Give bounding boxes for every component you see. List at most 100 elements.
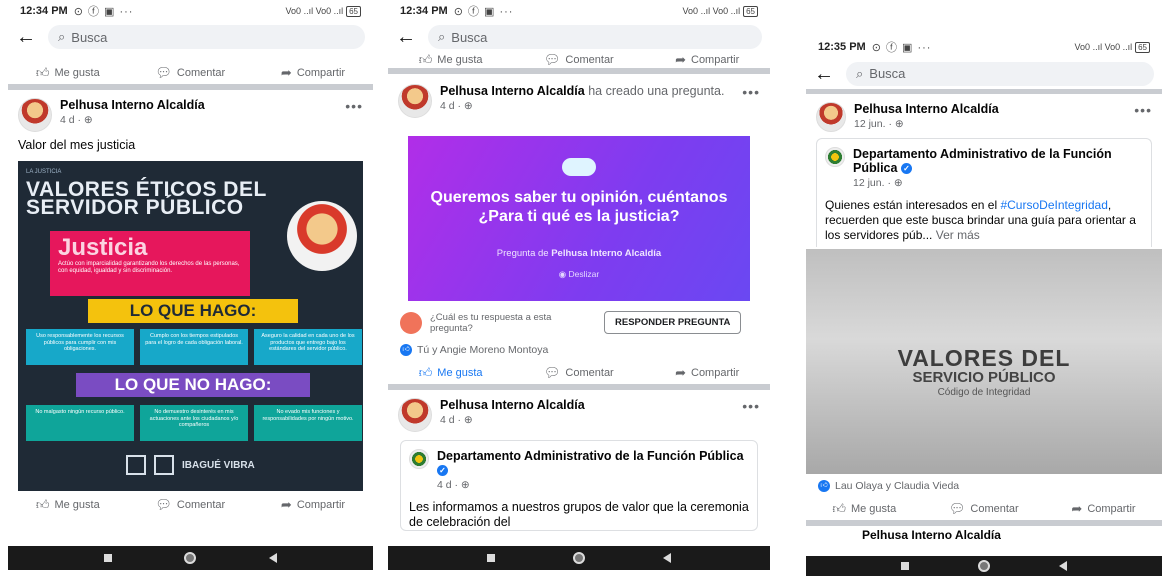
search-placeholder: Busca [869,66,906,81]
answer-prompt: ¿Cuál es tu respuesta a esta pregunta? [430,311,552,334]
search-input[interactable]: ⌕ Busca [846,61,1154,86]
like-reaction-icon: 👍︎ [400,344,412,356]
search-input[interactable]: ⌕ Busca [48,25,365,49]
search-input[interactable]: ⌕ Busca [428,25,762,49]
shared-post-time: 4 d · ⊕ [437,479,470,491]
post-header: Pelhusa Interno Alcaldía 12 jun. · ⊕ ••• [806,94,1162,136]
music-logo [154,455,174,475]
more-options-icon[interactable]: ••• [1134,102,1152,118]
comment-button[interactable]: 💬︎ Comentar [949,501,1019,517]
share-label: Compartir [691,367,740,379]
page-avatar[interactable] [398,84,432,118]
mascot-image [287,201,357,271]
shared-post[interactable]: Departamento Administrativo de la Funció… [816,138,1152,247]
search-bar: ← ⌕ Busca [8,22,373,52]
like-button[interactable]: 👍︎ Me gusta [36,65,100,81]
shared-page-name[interactable]: Departamento Administrativo de la Funció… [853,147,1112,175]
post-actions: 👍︎ Me gusta 💬︎ Comentar ➦ Compartir [806,498,1162,526]
no-hago-item: No malgasto ningún recurso público. [26,405,134,441]
status-time: 12:35 PM [818,41,866,53]
recents-icon[interactable] [487,554,495,562]
justicia-description: Actúo con imparcialidad garantizando los… [58,261,240,274]
post-header: Pelhusa Interno Alcaldía 4 d · ⊕ ••• [8,90,373,136]
hago-item: Cumplo con los tiempos estipulados para … [140,329,248,365]
question-author: Pregunta de Pelhusa Interno Alcaldía [408,248,750,259]
home-icon[interactable] [184,552,197,564]
comment-icon: 💬︎ [155,65,172,80]
next-post-header: Pelhusa Interno Alcaldía [806,526,1162,540]
comment-button[interactable]: 💬︎ Comentar [155,497,225,513]
recents-icon[interactable] [900,562,909,570]
comment-label: Comentar [565,367,614,379]
like-button[interactable]: 👍︎ Me gusta [832,501,896,517]
more-options-icon[interactable]: ••• [742,84,760,100]
thumbs-up-icon: 👍︎ [832,501,846,516]
post-actions-bottom: 👍︎ Me gusta 💬︎ Comentar ➦ Compartir [8,491,373,519]
share-button[interactable]: ➦ Compartir [1071,501,1135,517]
photo-caption: Código de Integridad [937,387,1031,398]
back-icon[interactable] [663,553,671,563]
no-hago-item: No demuestro desinterés en mis actuacion… [140,405,248,441]
post-time: 12 jun. · ⊕ [854,118,904,130]
page-name[interactable]: Pelhusa Interno Alcaldía [440,398,734,412]
page-name[interactable]: Pelhusa Interno Alcaldía [60,98,337,112]
question-card[interactable]: Queremos saber tu opinión, cuéntanos ¿Pa… [408,136,750,301]
more-options-icon[interactable]: ••• [345,98,363,114]
poster-title: VALORES ÉTICOS DEL SERVIDOR PÚBLICO [26,178,267,219]
comment-icon: 💬︎ [155,497,172,512]
post-photo[interactable]: VALORES DEL SERVICIO PÚBLICO Código de I… [806,249,1162,474]
like-button[interactable]: 👍︎ Me gusta [419,52,483,68]
answer-row: ¿Cuál es tu respuesta a esta pregunta? R… [388,301,770,338]
like-button[interactable]: 👍︎ Me gusta [36,497,100,513]
home-icon[interactable] [573,552,585,564]
answer-bubble-icon [400,311,422,334]
answer-question-button[interactable]: RESPONDER PREGUNTA [604,311,742,334]
phone-screenshot-1: 12:34 PM ⊙ ⓕ ▣ ··· Vo0 ..ıl Vo0 ..ıl 65 ← … [8,0,373,570]
photo-subtitle: SERVICIO PÚBLICO [912,369,1056,386]
share-button[interactable]: ➦ Compartir [281,65,345,81]
back-arrow-icon[interactable]: ← [396,27,418,47]
page-name[interactable]: Pelhusa Interno Alcaldía [854,102,1126,116]
post-actions: 👍︎ Me gusta 💬︎ Comentar ➦ Compartir [388,52,770,74]
battery-icon: 65 [1135,41,1150,53]
back-arrow-icon[interactable]: ← [16,27,38,47]
reactions-summary[interactable]: 👍︎ Tú y Angie Moreno Montoya [388,338,770,362]
page-avatar[interactable] [398,398,432,432]
hago-item: Uso responsablemente los recursos públic… [26,329,134,365]
battery-icon: 65 [743,5,758,17]
page-name[interactable]: Pelhusa Interno Alcaldía [440,84,585,98]
search-icon: ⌕ [438,29,446,44]
lo-que-no-hago-heading: LO QUE NO HAGO: [76,373,310,397]
post-image-poster[interactable]: LA JUSTICIA VALORES ÉTICOS DEL SERVIDOR … [18,161,363,491]
hashtag-link[interactable]: #CursoDeIntegridad [1000,198,1107,212]
post-text-start: Quienes están interesados en el [825,198,998,212]
swipe-hint: ◉ Deslizar [558,269,600,279]
like-label: Me gusta [437,54,483,66]
shared-page-name[interactable]: Departamento Administrativo de la Funció… [437,449,744,463]
comment-button[interactable]: 💬︎ Comentar [544,365,614,381]
share-button[interactable]: ➦ Compartir [675,52,739,68]
post-action-text: ha creado una pregunta. [588,84,725,98]
share-button[interactable]: ➦ Compartir [281,497,345,513]
see-more-link[interactable]: Ver más [936,228,980,242]
shared-post[interactable]: Departamento Administrativo de la Funció… [400,440,758,531]
more-options-icon[interactable]: ••• [742,398,760,414]
notification-icons: ⊙ ⓕ ▣ ··· [871,42,932,54]
home-icon[interactable] [977,560,990,572]
justicia-box: Justicia Actúo con imparcialidad garanti… [50,231,250,296]
recents-icon[interactable] [104,554,113,562]
battery-icon: 65 [346,5,361,17]
share-button[interactable]: ➦ Compartir [675,365,739,381]
next-post-page-name[interactable]: Pelhusa Interno Alcaldía [816,528,1001,540]
back-icon[interactable] [268,553,277,563]
comment-button[interactable]: 💬︎ Comentar [544,52,614,68]
page-avatar[interactable] [18,98,52,132]
post-header: Pelhusa Interno Alcaldía 4 d · ⊕ ••• [388,390,770,436]
page-avatar[interactable] [816,102,846,132]
comment-button[interactable]: 💬︎ Comentar [155,65,225,81]
thumbs-up-icon: 👍︎ [418,52,433,67]
like-button[interactable]: 👍︎ Me gusta [419,365,483,381]
back-arrow-icon[interactable]: ← [814,64,836,84]
reactions-summary[interactable]: 👍︎ Lau Olaya y Claudia Vieda [806,474,1162,498]
shared-post-text: Quienes están interesados en el #CursoDe… [825,190,1143,247]
